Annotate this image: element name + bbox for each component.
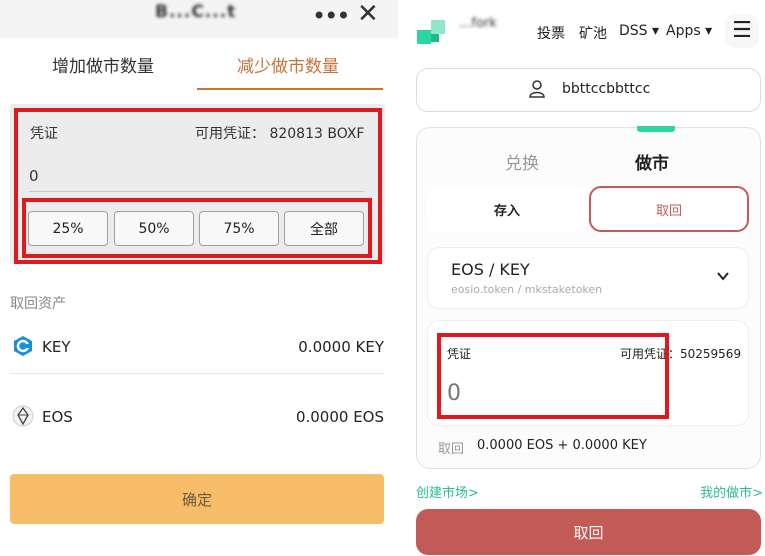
user-icon [529,80,545,98]
highlight-box-percent-buttons [22,198,372,258]
account-name: bbttccbbttcc [562,81,651,97]
chevron-down-icon [717,272,729,281]
app-title: B...C...t [155,2,237,22]
asset-row: KEY 0.0000 KEY [10,318,384,374]
active-tab-indicator [197,88,383,90]
confirm-button[interactable]: 确定 [10,474,384,524]
pair-name: EOS / KEY [451,260,530,279]
nav-mining-pool[interactable]: 矿池 [579,23,607,43]
tab-decrease-liquidity[interactable]: 减少做市数量 [237,52,339,77]
left-panel: B...C...t ••• ✕ 增加做市数量 减少做市数量 凭证 可用凭证： 8… [0,0,398,556]
tab-swap[interactable]: 兑换 [505,149,539,174]
more-options-icon[interactable]: ••• [312,2,350,30]
brand-name: ...fork [459,16,497,31]
nav-vote[interactable]: 投票 [537,23,565,43]
action-toggle: 存入 取回 [427,186,749,232]
withdraw-toggle-button[interactable]: 取回 [589,186,749,232]
key-token-icon [14,336,32,356]
asset-amount: 0.0000 KEY [298,338,384,356]
hamburger-menu-icon[interactable]: ☰ [725,14,759,48]
pair-contract: eosio.token / mkstaketoken [451,283,603,296]
eos-token-icon [12,405,34,427]
right-panel: ...fork 投票 矿池 DSS ▾ Apps ▾ ☰ bbttccbbttc… [403,0,765,556]
tab-market-making[interactable]: 做市 [635,149,669,174]
nav-dss-dropdown[interactable]: DSS ▾ [619,23,659,39]
withdraw-submit-button[interactable]: 取回 [416,509,761,555]
highlight-box-credential [437,333,669,419]
my-markets-link[interactable]: 我的做市> [700,482,763,501]
active-mode-tag [637,126,675,132]
nav-apps-dropdown[interactable]: Apps ▾ [666,23,712,39]
asset-name: EOS [42,408,73,426]
asset-row: EOS 0.0000 EOS [10,388,384,444]
brand-logo-icon [417,20,445,44]
withdraw-amount: 0.0000 EOS + 0.0000 KEY [477,438,647,453]
asset-name: KEY [42,338,71,356]
tab-bar: 增加做市数量 减少做市数量 [0,38,398,90]
pair-selector[interactable]: EOS / KEY eosio.token / mkstaketoken [427,247,749,309]
deposit-button[interactable]: 存入 [427,186,587,232]
withdraw-assets-title: 取回资产 [10,296,66,312]
close-icon[interactable]: ✕ [357,0,379,29]
tab-increase-liquidity[interactable]: 增加做市数量 [52,52,154,77]
withdraw-label: 取回 [438,442,465,457]
asset-amount: 0.0000 EOS [295,408,384,426]
account-box[interactable]: bbttccbbttcc [416,68,761,112]
create-market-link[interactable]: 创建市场> [416,482,479,501]
